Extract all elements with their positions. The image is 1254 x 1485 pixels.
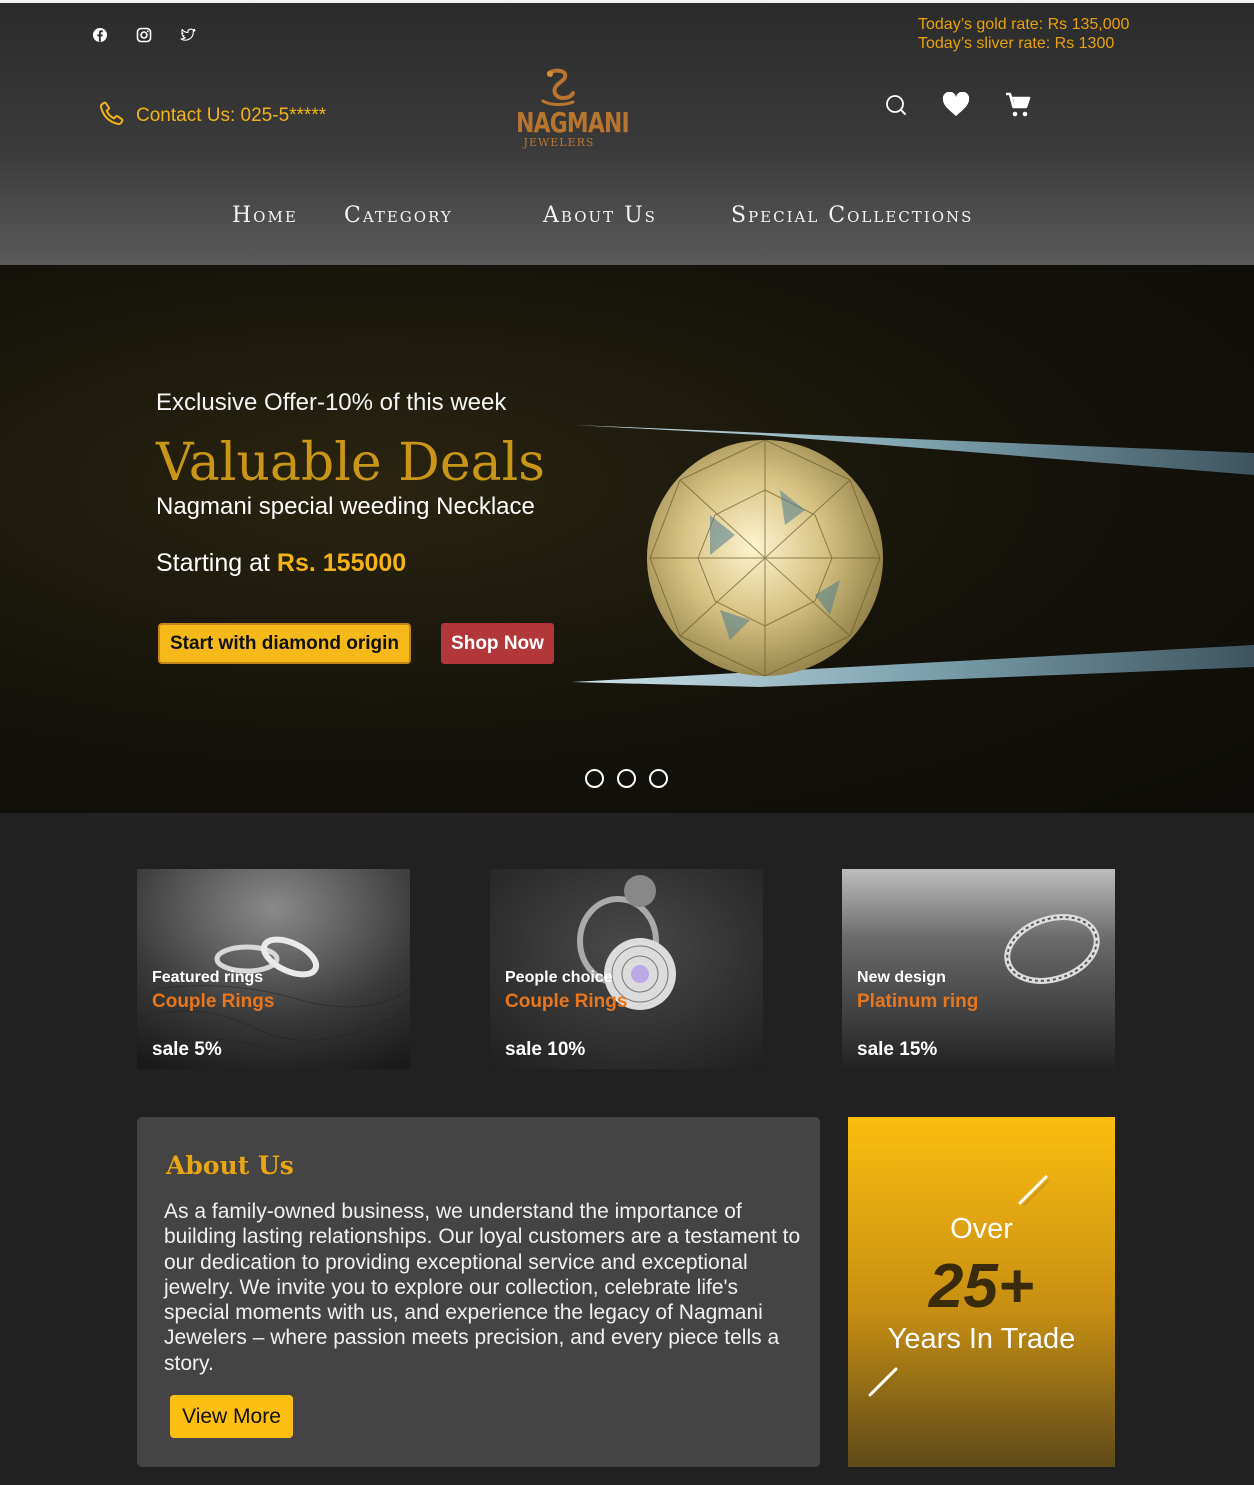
hero-offer: Exclusive Offer-10% of this week (156, 389, 507, 416)
main-nav: Home Category About Us Special Collectio… (0, 203, 1254, 239)
carousel-dots (585, 769, 668, 788)
years-in-trade-card: Over 25+ Years In Trade (848, 1117, 1115, 1467)
about-section: About Us As a family-owned business, we … (137, 1117, 820, 1467)
card-name: Couple Rings (152, 991, 275, 1012)
trade-label: Years In Trade (887, 1323, 1076, 1355)
brand-logo[interactable]: NAGMANI JEWELERS (504, 67, 630, 149)
diamond-tweezers-image (572, 425, 1254, 687)
slash-decoration-icon (868, 1367, 899, 1398)
product-card[interactable]: New design Platinum ring sale 15% (842, 869, 1115, 1069)
instagram-icon[interactable] (136, 27, 152, 43)
carousel-dot[interactable] (649, 769, 668, 788)
product-card[interactable]: Featured rings Couple Rings sale 5% (137, 869, 410, 1069)
diamond-origin-button[interactable]: Start with diamond origin (158, 623, 411, 664)
price-prefix: Starting at (156, 549, 270, 577)
snake-logo-icon (541, 68, 575, 106)
carousel-dot[interactable] (585, 769, 604, 788)
price-value: Rs. 155000 (276, 549, 407, 577)
contact-link[interactable]: Contact Us: 025-5***** (98, 99, 326, 133)
site-header: Today’s gold rate: Rs 135,000 Today’s sl… (0, 3, 1254, 265)
header-actions (884, 91, 1032, 119)
shop-now-button[interactable]: Shop Now (441, 623, 554, 664)
about-body: As a family-owned business, we understan… (164, 1200, 801, 1375)
phone-icon (98, 99, 126, 133)
search-icon[interactable] (884, 93, 908, 117)
product-card[interactable]: People choice Couple Rings sale 10% (490, 869, 763, 1069)
contact-label: Contact Us: 025-5***** (136, 105, 327, 126)
twitter-icon[interactable] (180, 27, 196, 43)
facebook-icon[interactable] (92, 27, 108, 43)
card-kicker: People choice (505, 969, 613, 986)
nav-home[interactable]: Home (232, 203, 298, 228)
card-sale: sale 10% (505, 1039, 586, 1060)
card-sale: sale 5% (152, 1039, 222, 1060)
nav-category[interactable]: Category (344, 203, 453, 228)
card-sale: sale 15% (857, 1039, 938, 1060)
cart-icon[interactable] (1004, 91, 1032, 119)
heart-icon[interactable] (942, 92, 970, 118)
social-links (92, 27, 196, 43)
card-name: Couple Rings (505, 991, 628, 1012)
slash-decoration-icon (1018, 1175, 1049, 1206)
brand-name: NAGMANI (516, 106, 629, 139)
about-heading: About Us (166, 1151, 294, 1180)
hero-price: Starting at Rs. 155000 (156, 549, 406, 578)
hero-subtitle: Nagmani special weeding Necklace (156, 493, 535, 520)
hero-title: Valuable Deals (156, 433, 545, 493)
card-kicker: Featured rings (152, 969, 264, 986)
card-name: Platinum ring (857, 991, 979, 1012)
view-more-button[interactable]: View More (170, 1395, 293, 1438)
gold-rate: Today’s gold rate: Rs 135,000 (918, 16, 1130, 33)
hero-banner: Exclusive Offer-10% of this week Valuabl… (0, 265, 1254, 813)
card-kicker: New design (857, 969, 946, 986)
trade-over: Over (950, 1213, 1013, 1245)
nav-about[interactable]: About Us (543, 203, 657, 228)
trade-number: 25+ (928, 1252, 1035, 1321)
metal-rates: Today’s gold rate: Rs 135,000 Today’s sl… (918, 15, 1129, 53)
carousel-dot[interactable] (617, 769, 636, 788)
silver-rate: Today’s sliver rate: Rs 1300 (918, 35, 1115, 52)
nav-special-collections[interactable]: Special Collections (731, 203, 973, 228)
